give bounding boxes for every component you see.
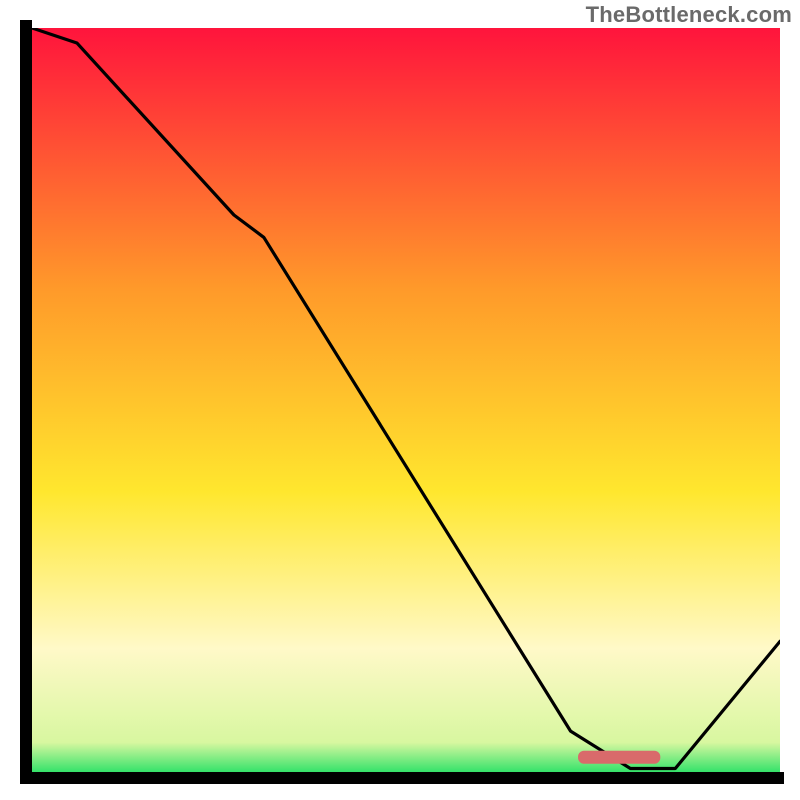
chart-container: TheBottleneck.com (0, 0, 800, 800)
chart-gradient-background (32, 28, 780, 776)
bottleneck-chart (0, 0, 800, 800)
x-axis-line (20, 772, 784, 784)
optimum-marker (578, 751, 660, 764)
y-axis-line (20, 20, 32, 784)
